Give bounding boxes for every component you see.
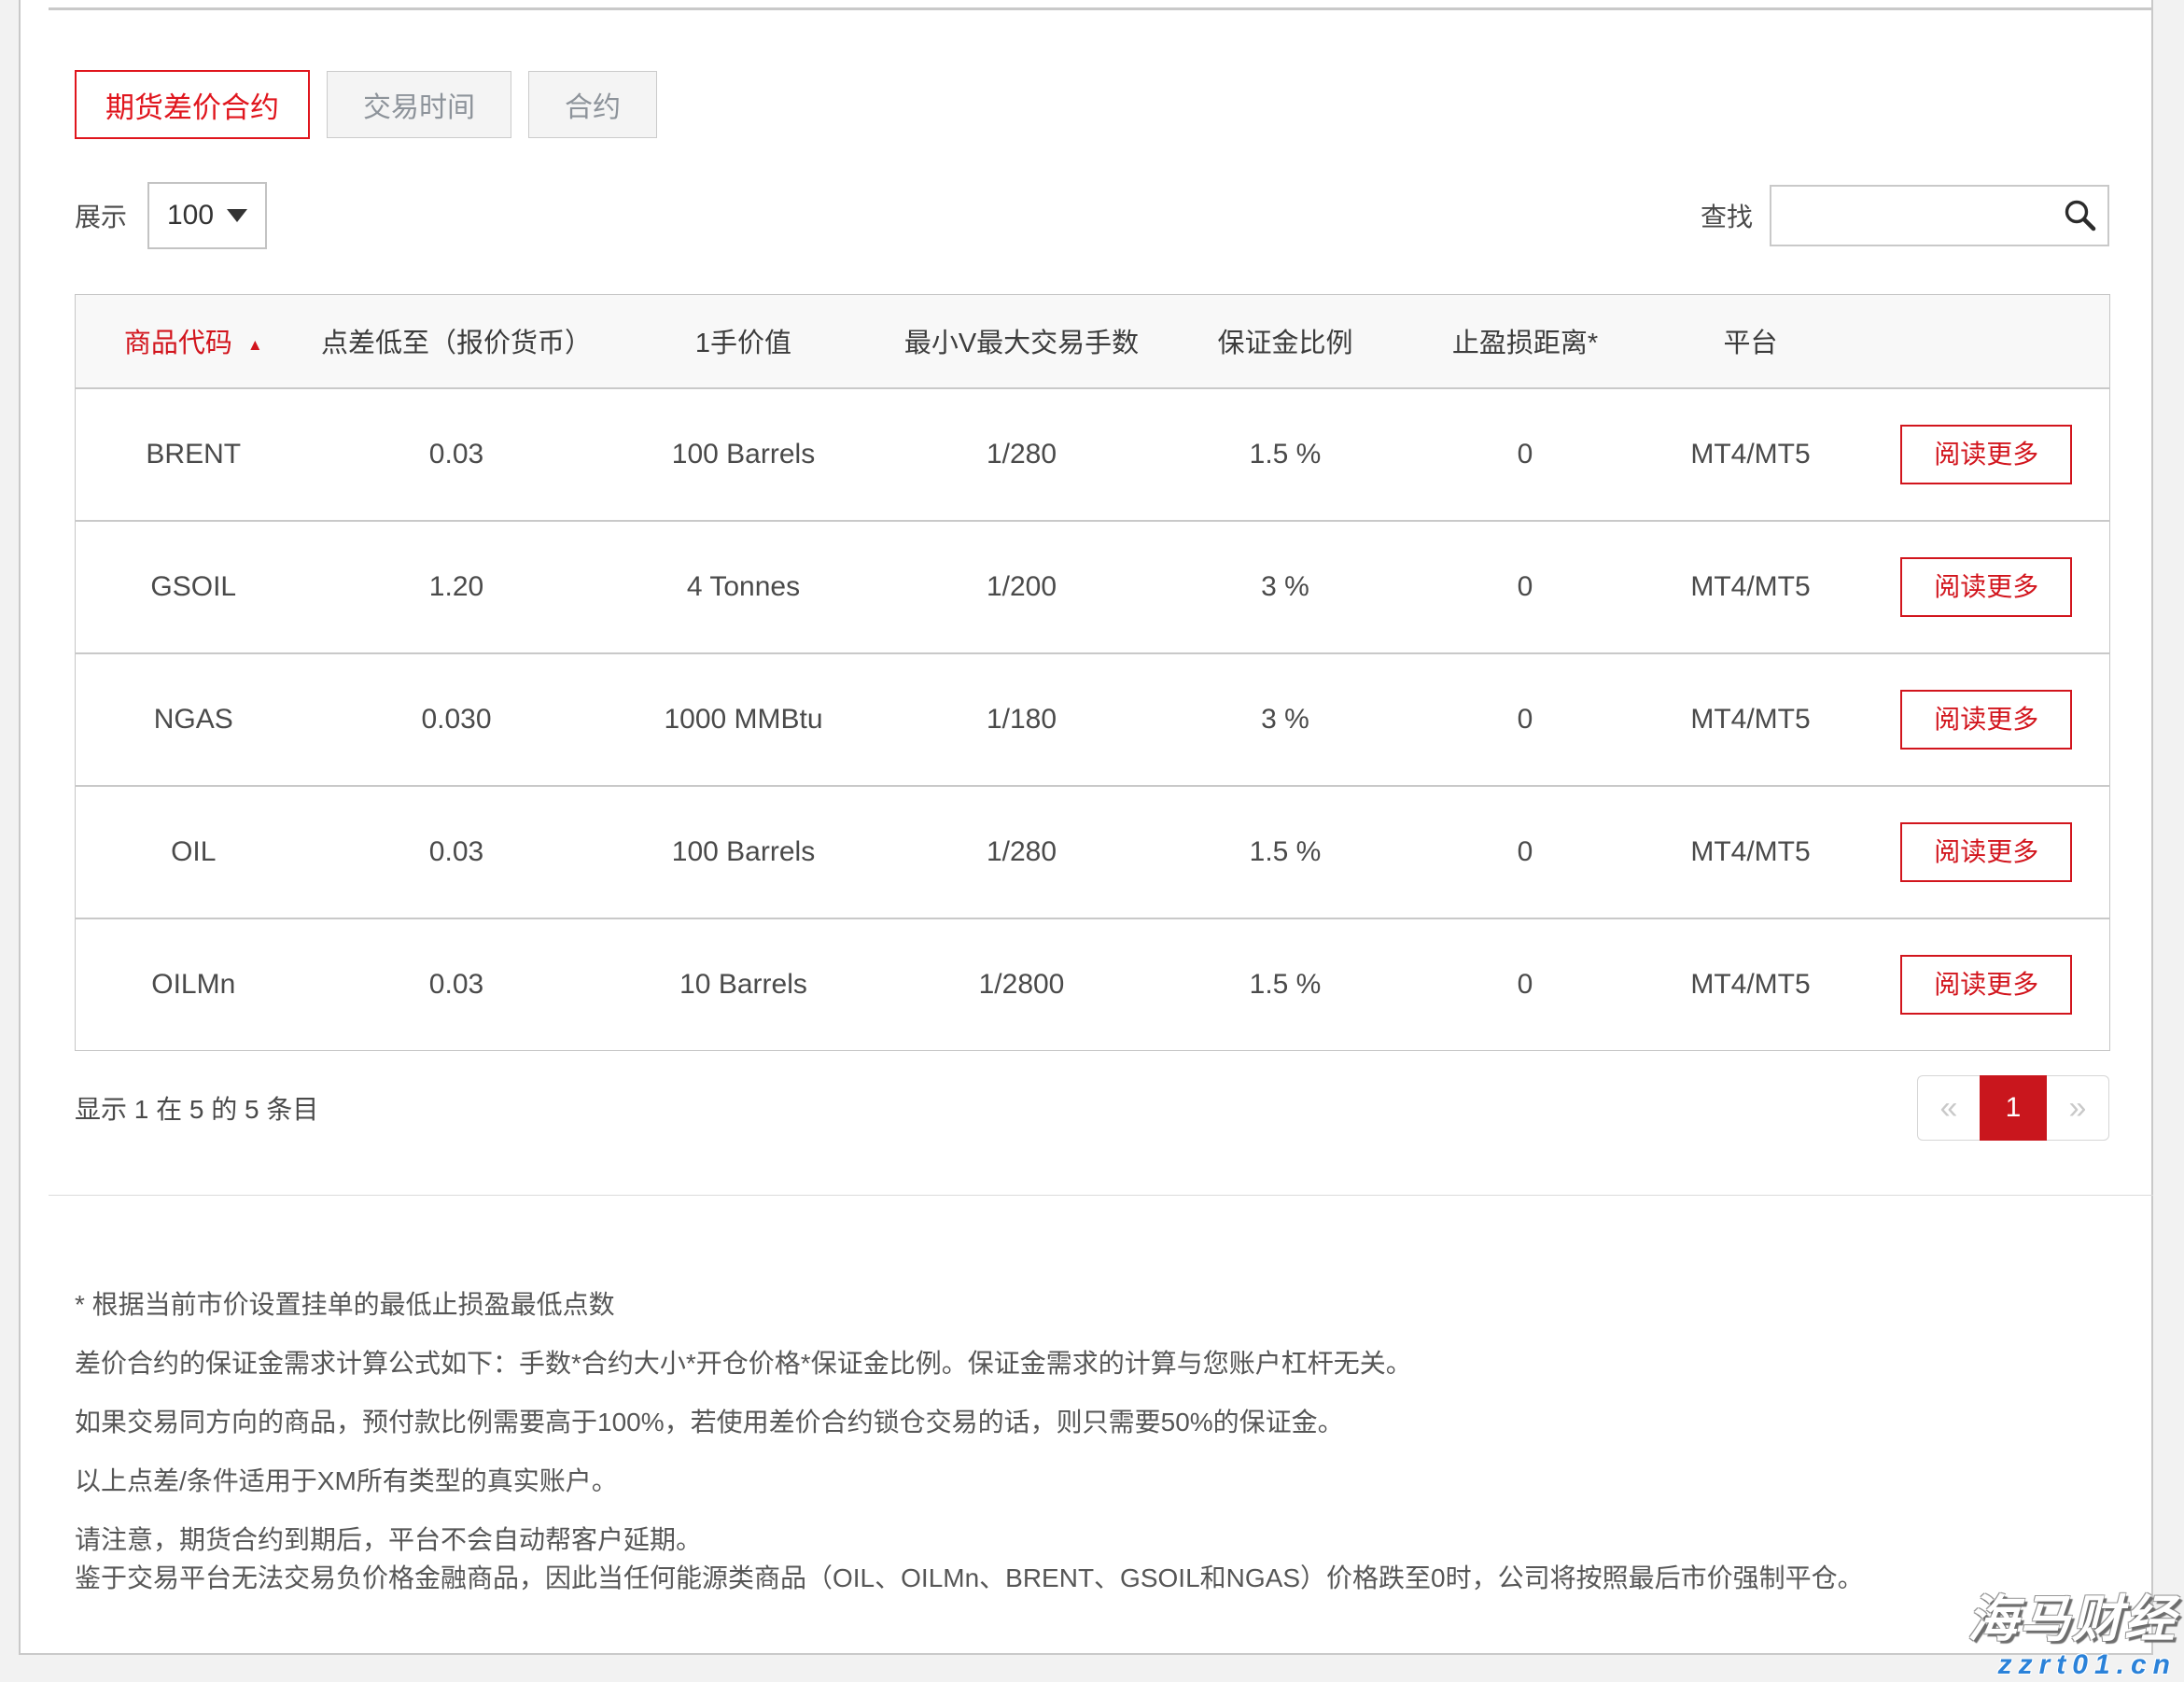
watermark-site: zzrt01.cn	[1967, 1649, 2177, 1680]
table-row: NGAS 0.030 1000 MMBtu 1/180 3 % 0 MT4/MT…	[76, 653, 2110, 786]
cell-symbol: OIL	[76, 786, 312, 918]
table-row: OIL 0.03 100 Barrels 1/280 1.5 % 0 MT4/M…	[76, 786, 2110, 918]
cell-margin: 3 %	[1158, 521, 1413, 653]
cell-margin: 1.5 %	[1158, 388, 1413, 521]
pagination-page-1[interactable]: 1	[1980, 1075, 2047, 1141]
cell-spread: 0.03	[312, 786, 602, 918]
cell-spread: 1.20	[312, 521, 602, 653]
cell-sl-tp: 0	[1413, 786, 1638, 918]
cell-sl-tp: 0	[1413, 521, 1638, 653]
cell-platform: MT4/MT5	[1638, 388, 1864, 521]
read-more-button[interactable]: 阅读更多	[1900, 822, 2072, 882]
table-row: OILMn 0.03 10 Barrels 1/2800 1.5 % 0 MT4…	[76, 918, 2110, 1051]
watermark-title: 海马财经	[1967, 1592, 2177, 1647]
footnote: 鉴于交易平台无法交易负价格金融商品，因此当任何能源类商品（OIL、OILMn、B…	[75, 1559, 2109, 1597]
show-label: 展示	[75, 197, 127, 234]
tab-trading-hours[interactable]: 交易时间	[327, 71, 511, 138]
pagination-next-button[interactable]: »	[2047, 1075, 2109, 1141]
column-header-platform[interactable]: 平台	[1638, 295, 1864, 388]
footnotes: * 根据当前市价设置挂单的最低止损盈最低点数 差价合约的保证金需求计算公式如下：…	[75, 1285, 2109, 1597]
tab-bar: 期货差价合约 交易时间 合约	[75, 70, 2111, 139]
footnote: * 根据当前市价设置挂单的最低止损盈最低点数	[75, 1285, 2109, 1324]
cell-platform: MT4/MT5	[1638, 521, 1864, 653]
page-size-value: 100	[167, 200, 214, 231]
tab-contract[interactable]: 合约	[528, 71, 657, 138]
read-more-button[interactable]: 阅读更多	[1900, 955, 2072, 1015]
cell-spread: 0.03	[312, 388, 602, 521]
table-row: BRENT 0.03 100 Barrels 1/280 1.5 % 0 MT4…	[76, 388, 2110, 521]
cell-lot-value: 100 Barrels	[602, 786, 886, 918]
cell-min-max: 1/200	[886, 521, 1158, 653]
read-more-button[interactable]: 阅读更多	[1900, 557, 2072, 617]
cell-platform: MT4/MT5	[1638, 786, 1864, 918]
cell-sl-tp: 0	[1413, 918, 1638, 1051]
search-label: 查找	[1701, 197, 1753, 234]
search-input[interactable]	[1771, 187, 2107, 245]
cell-min-max: 1/180	[886, 653, 1158, 786]
sort-asc-icon: ▲	[247, 336, 263, 354]
cell-margin: 1.5 %	[1158, 786, 1413, 918]
column-header-symbol-label: 商品代码	[124, 329, 232, 358]
column-header-symbol[interactable]: 商品代码 ▲	[76, 295, 312, 388]
cell-lot-value: 1000 MMBtu	[602, 653, 886, 786]
cell-lot-value: 100 Barrels	[602, 388, 886, 521]
column-header-lot-value[interactable]: 1手价值	[602, 295, 886, 388]
column-header-margin[interactable]: 保证金比例	[1158, 295, 1413, 388]
content-card: 期货差价合约 交易时间 合约 展示 100 查找	[19, 0, 2153, 1655]
column-header-sl-tp[interactable]: 止盈损距离*	[1413, 295, 1638, 388]
cell-sl-tp: 0	[1413, 653, 1638, 786]
cell-platform: MT4/MT5	[1638, 653, 1864, 786]
cell-symbol: GSOIL	[76, 521, 312, 653]
footnote: 差价合约的保证金需求计算公式如下：手数*合约大小*开仓价格*保证金比例。保证金需…	[75, 1344, 2109, 1382]
cell-lot-value: 10 Barrels	[602, 918, 886, 1051]
footnote: 如果交易同方向的商品，预付款比例需要高于100%，若使用差价合约锁仓交易的话，则…	[75, 1403, 2109, 1441]
cell-spread: 0.030	[312, 653, 602, 786]
tab-futures-cfd[interactable]: 期货差价合约	[75, 70, 310, 139]
section-divider	[49, 1195, 2153, 1196]
instruments-table: 商品代码 ▲ 点差低至（报价货币） 1手价值 最小V最大交易手数 保证金比例 止盈…	[75, 294, 2110, 1051]
read-more-button[interactable]: 阅读更多	[1900, 690, 2072, 750]
footnote: 请注意，期货合约到期后，平台不会自动帮客户延期。	[75, 1521, 2109, 1559]
cell-min-max: 1/2800	[886, 918, 1158, 1051]
cell-platform: MT4/MT5	[1638, 918, 1864, 1051]
table-summary: 显示 1 在 5 的 5 条目	[75, 1089, 318, 1127]
cell-min-max: 1/280	[886, 786, 1158, 918]
watermark: 海马财经 zzrt01.cn	[1967, 1592, 2177, 1680]
cell-lot-value: 4 Tonnes	[602, 521, 886, 653]
pagination-prev-button[interactable]: «	[1917, 1075, 1980, 1141]
cell-spread: 0.03	[312, 918, 602, 1051]
column-header-actions	[1864, 295, 2110, 388]
cell-min-max: 1/280	[886, 388, 1158, 521]
read-more-button[interactable]: 阅读更多	[1900, 425, 2072, 484]
cell-symbol: NGAS	[76, 653, 312, 786]
table-row: GSOIL 1.20 4 Tonnes 1/200 3 % 0 MT4/MT5 …	[76, 521, 2110, 653]
cell-symbol: BRENT	[76, 388, 312, 521]
search-icon	[2063, 198, 2098, 233]
search-box	[1770, 185, 2109, 246]
table-header-row: 商品代码 ▲ 点差低至（报价货币） 1手价值 最小V最大交易手数 保证金比例 止盈…	[76, 295, 2110, 388]
top-divider	[49, 7, 2151, 10]
cell-margin: 1.5 %	[1158, 918, 1413, 1051]
page-size-select[interactable]: 100	[147, 182, 267, 249]
chevron-down-icon	[227, 209, 247, 222]
column-header-min-max[interactable]: 最小V最大交易手数	[886, 295, 1158, 388]
column-header-spread[interactable]: 点差低至（报价货币）	[312, 295, 602, 388]
footnote: 以上点差/条件适用于XM所有类型的真实账户。	[75, 1462, 2109, 1500]
cell-sl-tp: 0	[1413, 388, 1638, 521]
pagination: « 1 »	[1917, 1075, 2109, 1141]
cell-symbol: OILMn	[76, 918, 312, 1051]
cell-margin: 3 %	[1158, 653, 1413, 786]
